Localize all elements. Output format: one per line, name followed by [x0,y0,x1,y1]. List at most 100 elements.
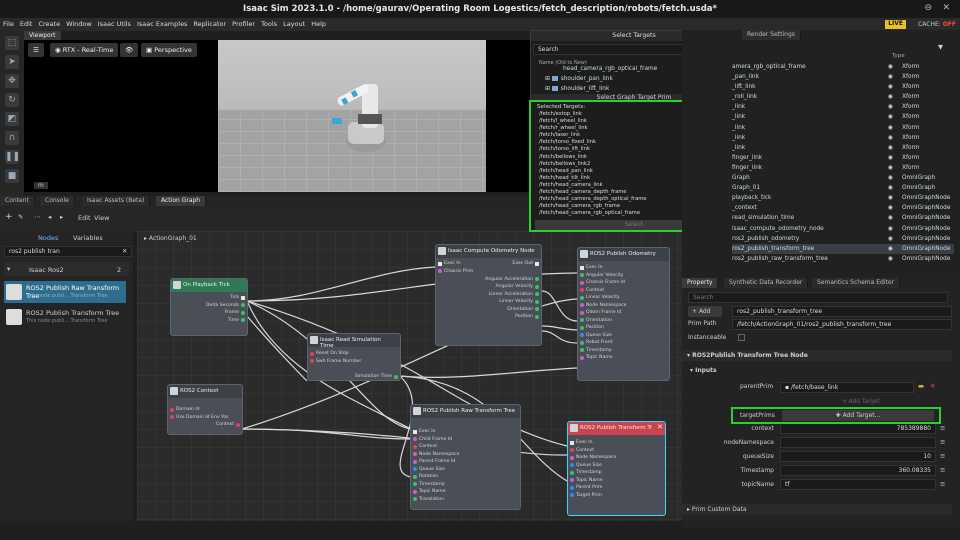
pin-in[interactable]: Exec In [578,264,669,272]
pin-frame[interactable]: Frame [171,309,247,317]
pin-in[interactable]: Timestamp [411,481,520,489]
stage-row[interactable]: _lift_link ◉ Xform [732,82,954,92]
menu-help[interactable]: Help [308,19,329,29]
input-field[interactable]: 10 [780,451,936,462]
pin-in[interactable]: Position [578,324,669,332]
stage-row[interactable]: amera_rgb_optical_frame ◉ Xform [732,62,954,72]
pin-domain[interactable]: Domain Id [168,406,242,414]
pin-lin-acc[interactable]: Linear Acceleration [436,291,541,299]
stage-row[interactable]: Graph_01 ◉ OmniGraph [732,183,954,193]
filter-icon[interactable]: ▼ [938,43,943,51]
list-item[interactable]: ROS2 Publish Raw Transform Tree This nod… [4,281,126,303]
custom-data-header[interactable]: ▸ Prim Custom Data [682,504,952,515]
pin-chassis[interactable]: Chassis Prim [436,268,541,276]
menu-edit[interactable]: Edit [17,19,36,29]
visibility-icon[interactable]: ◉ [888,183,893,193]
tab-action-graph[interactable]: Action Graph [156,196,207,206]
visibility-icon[interactable]: ◉ [888,92,893,102]
prim-path-field[interactable]: /fetch/ActionGraph_01/ros2_publish_trans… [732,319,952,330]
minimize-icon[interactable]: ⊖ [924,3,932,13]
tab-render-settings[interactable]: Render Settings [742,30,801,40]
pin-in[interactable]: Parent Prim [568,484,665,492]
input-field[interactable] [780,437,936,448]
visibility-icon[interactable]: ◉ [888,234,893,244]
menu-isaac-utils[interactable]: Isaac Utils [95,19,134,29]
pin-in[interactable]: Node Namespace [411,451,520,459]
pin-in[interactable]: Rotation [411,473,520,481]
pin-context[interactable]: Context [168,421,242,429]
inputs-header[interactable]: ▾ Inputs [690,367,717,374]
stage-row[interactable]: playback_tick ◉ OmniGraphNode [732,193,954,203]
pin-in[interactable]: Linear Velocity [578,294,669,302]
visibility-icon[interactable]: ◉ [888,224,893,234]
pin-ang-acc[interactable]: Angular Acceleration [436,276,541,284]
visibility-icon[interactable]: ◉ [888,112,893,122]
pencil-icon[interactable]: ✎ [18,213,23,221]
tab-variables[interactable]: Variables [73,234,103,242]
node-close-icon[interactable]: ✕ [657,423,663,431]
pin-in[interactable]: Topic Name [578,354,669,362]
pin-in[interactable]: Queue Size [568,462,665,470]
node-on-playback-tick[interactable]: On Playback Tick Tick Delta Seconds Fram… [170,278,248,336]
pin-in[interactable]: Parent Frame Id [411,458,520,466]
pin-in[interactable]: Topic Name [411,488,520,496]
pin-in[interactable]: Timestamp [568,469,665,477]
menu-icon[interactable]: ≡ [940,466,945,474]
stage-row[interactable]: ros2_publish_odometry ◉ OmniGraphNode [732,234,954,244]
back-icon[interactable]: ◂ [48,213,51,221]
stage-row[interactable]: ros2_publish_transform_tree ◉ OmniGraphNod… [732,243,954,254]
stage-row[interactable]: _link ◉ Xform [732,102,954,112]
pin-in[interactable]: Context [411,443,520,451]
property-search-input[interactable]: Search [688,292,948,303]
visibility-icon[interactable]: ◉ [888,254,893,264]
tab-property[interactable]: Property [682,278,719,288]
pin-reset[interactable]: Reset On Stop [308,350,400,358]
tab-console[interactable]: Console [40,196,75,206]
forward-icon[interactable]: ▸ [60,213,63,221]
add-button[interactable]: + Add [688,306,722,317]
visibility-icon[interactable]: ◉ [888,244,893,254]
node-ros2-context[interactable]: ROS2 Context Domain Id Use Domain Id Env… [167,384,243,435]
visibility-icon[interactable]: ◉ [888,82,893,92]
visibility-icon[interactable]: ◉ [888,62,893,72]
visibility-icon[interactable]: ◉ [888,143,893,153]
input-field[interactable]: 785389880 [780,423,936,434]
add-icon[interactable]: + [5,212,13,222]
stage-row[interactable]: ros2_publish_raw_transform_tree ◉ OmniGrap… [732,254,954,264]
stage-row[interactable]: _roll_link ◉ Xform [732,92,954,102]
pin-position[interactable]: Position [436,313,541,321]
pin-in[interactable]: Odom Frame Id [578,309,669,317]
stage-row[interactable]: finger_link ◉ Xform [732,163,954,173]
move-icon[interactable]: ✥ [5,74,19,88]
stage-row[interactable]: _link ◉ Xform [732,123,954,133]
menu-profiler[interactable]: Profiler [229,19,258,29]
menu-create[interactable]: Create [35,19,63,29]
add-target-parent[interactable]: + Add Target [842,399,880,405]
pin-orient[interactable]: Orientation [436,306,541,314]
pin-in[interactable]: Context [578,287,669,295]
settings-button[interactable]: ☰ [28,43,44,57]
menu-icon[interactable]: ≡ [940,438,945,446]
parent-prim-field[interactable]: ▪ /fetch/base_link [780,382,914,393]
pin-env[interactable]: Use Domain Id Env Var [168,414,242,422]
pin-in[interactable]: Translation [411,496,520,504]
pin-in[interactable]: Target Prim [568,492,665,500]
pin-lin-vel[interactable]: Linear Velocity [436,298,541,306]
visibility-icon[interactable]: ◉ [888,193,893,203]
visibility-icon[interactable]: ◉ [888,153,893,163]
visibility-icon[interactable]: ◉ [888,213,893,223]
pin-in[interactable]: Topic Name [568,477,665,485]
menu-isaac-examples[interactable]: Isaac Examples [134,19,191,29]
menu-icon[interactable]: ≡ [940,452,945,460]
renderer-selector[interactable]: ◉ RTX - Real-Time [50,43,119,57]
node-group[interactable]: ▾ Isaac Ros2 2 [4,262,129,276]
pin-in[interactable]: Context [568,447,665,455]
menu-icon[interactable]: ≡ [940,480,945,488]
folder-icon[interactable]: ▬ [918,382,924,390]
stage-row[interactable]: _context ◉ OmniGraphNode [732,203,954,213]
scale-icon[interactable]: ◩ [5,112,19,126]
pin-in[interactable]: Angular Velocity [578,272,669,280]
menu-tools[interactable]: Tools [258,19,280,29]
menu-layout[interactable]: Layout [280,19,308,29]
visibility-icon[interactable]: ◉ [888,173,893,183]
